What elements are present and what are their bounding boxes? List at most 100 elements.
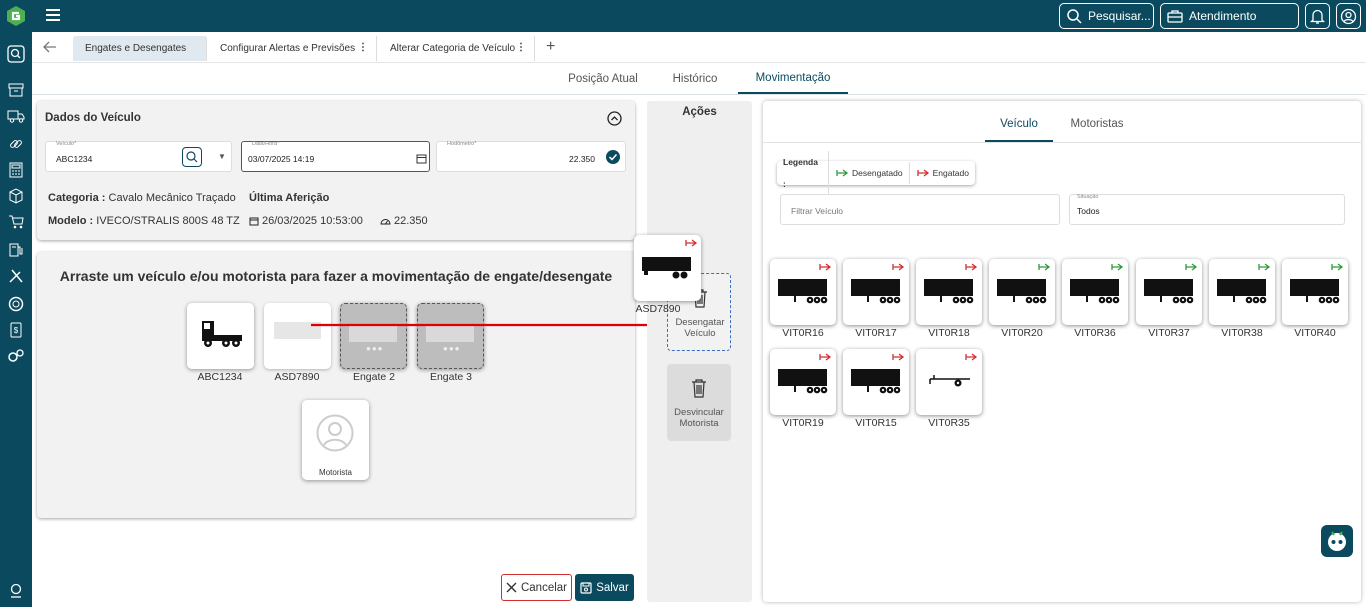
save-label: Salvar — [596, 581, 629, 594]
settings-icon[interactable] — [6, 346, 26, 366]
vehicle-tile[interactable] — [1282, 259, 1348, 325]
right-tab-drivers[interactable]: Motoristas — [1059, 110, 1135, 142]
search-button[interactable]: Pesquisar... — [1059, 3, 1154, 29]
subtab-historico-label: Histórico — [672, 73, 718, 85]
filter-vehicle-input[interactable]: Filtrar Veículo — [780, 194, 1060, 225]
money-icon[interactable]: $ — [6, 320, 26, 340]
confirm-check-icon — [606, 150, 620, 164]
truck-icon[interactable] — [6, 106, 26, 126]
coupled-status-icon — [892, 353, 905, 361]
coupled-status-icon — [965, 263, 978, 271]
vehicle-tile[interactable] — [843, 349, 909, 415]
vehicle-tile[interactable] — [1136, 259, 1202, 325]
legend-coupled: Engatado — [910, 162, 975, 184]
calendar-icon[interactable] — [416, 151, 427, 169]
tire-icon[interactable] — [6, 294, 26, 314]
tools-icon[interactable] — [6, 266, 26, 286]
vehicle-tile[interactable] — [770, 349, 836, 415]
svg-text:$: $ — [14, 326, 19, 335]
service-button[interactable]: Atendimento — [1160, 3, 1299, 29]
coupled-status-icon — [965, 353, 978, 361]
user-button[interactable] — [1336, 3, 1361, 29]
subtab-posicao[interactable]: Posição Atual — [555, 64, 651, 94]
close-icon — [506, 582, 517, 593]
coupled-status-icon — [685, 239, 698, 247]
chatbot-button[interactable] — [1321, 525, 1353, 557]
link-icon[interactable] — [6, 134, 26, 154]
slot-engate-3[interactable]: ●●● — [417, 303, 484, 369]
vehicle-tile[interactable] — [1209, 259, 1275, 325]
vehicle-field[interactable]: Veículo* ABC1234 ▼ — [45, 141, 232, 172]
situation-value: Todos — [1077, 206, 1100, 216]
trailer-icon — [851, 369, 901, 394]
cancel-button[interactable]: Cancelar — [501, 574, 572, 601]
right-tab-vehicle[interactable]: Veículo — [985, 110, 1053, 142]
support-agent-icon[interactable] — [6, 580, 26, 600]
vehicle-tile-label: VIT0R35 — [928, 417, 970, 429]
vehicle-tile[interactable] — [770, 259, 836, 325]
menu-icon[interactable] — [46, 9, 60, 21]
tab-alertas[interactable]: Configurar Alertas e Previsões ⋮ — [208, 36, 377, 61]
tab-engates[interactable]: Engates e Desengates — [73, 36, 207, 61]
datetime-field-label: Data/Hora* — [252, 141, 280, 147]
app-logo-icon[interactable] — [5, 5, 27, 27]
tab-alertas-kebab-icon[interactable]: ⋮ — [358, 42, 368, 53]
vehicle-field-value: ABC1234 — [56, 154, 93, 164]
briefcase-icon — [1167, 10, 1183, 23]
cart-icon[interactable] — [6, 212, 26, 232]
floppy-icon — [580, 581, 592, 594]
fuel-icon[interactable] — [6, 240, 26, 260]
sidebar: $ — [0, 0, 32, 607]
driver-slot[interactable]: Motorista — [302, 400, 369, 480]
right-tabs-divider — [763, 142, 1361, 143]
trailer-icon — [924, 279, 974, 304]
unlink-driver-button[interactable]: Desvincular Motorista — [667, 364, 731, 441]
vehicle-tile-label: VIT0R17 — [855, 327, 897, 339]
datetime-field-value: 03/07/2025 14:19 — [248, 154, 315, 164]
datetime-field[interactable]: Data/Hora* 03/07/2025 14:19 — [241, 141, 430, 172]
tab-categoria-kebab-icon[interactable]: ⋮ — [516, 42, 526, 53]
vehicle-tile-label: VIT0R38 — [1221, 327, 1263, 339]
tab-categoria[interactable]: Alterar Categoria de Veículo ⋮ — [378, 36, 535, 61]
trailer-icon — [642, 257, 691, 279]
situation-select[interactable]: Situação Todos — [1069, 194, 1345, 225]
vehicle-tile-label: VIT0R19 — [782, 417, 824, 429]
box-icon[interactable] — [6, 186, 26, 206]
calculator-icon[interactable] — [6, 160, 26, 180]
slot-trailer-empty[interactable] — [264, 303, 331, 369]
notifications-button[interactable] — [1305, 3, 1330, 29]
odometer-field-label: Hodômetro* — [447, 141, 477, 147]
legend-coupled-label: Engatado — [932, 168, 969, 178]
vehicle-tile[interactable] — [916, 259, 982, 325]
subtab-movimentacao[interactable]: Movimentação — [738, 64, 848, 94]
add-tab-icon[interactable]: + — [546, 38, 555, 56]
slot-tractor-label: ABC1234 — [197, 371, 243, 383]
vehicle-tile[interactable] — [916, 349, 982, 415]
vehicle-tile[interactable] — [1062, 259, 1128, 325]
back-arrow-icon[interactable] — [42, 40, 58, 54]
slot-engate-2[interactable]: ●●● — [340, 303, 407, 369]
trailer-icon — [778, 369, 828, 394]
uncouple-label: Desengatar Veículo — [675, 317, 725, 339]
collapse-icon[interactable] — [607, 111, 622, 131]
actions-title: Ações — [682, 106, 717, 118]
vehicle-lookup-icon[interactable] — [182, 147, 202, 167]
archive-icon[interactable] — [6, 80, 26, 100]
search-icon[interactable] — [6, 44, 26, 64]
subtab-movimentacao-label: Movimentação — [755, 72, 831, 84]
coupled-status-icon — [819, 353, 832, 361]
slot-tractor[interactable] — [187, 303, 254, 369]
vehicle-dropdown-icon[interactable]: ▼ — [218, 152, 226, 161]
legend-uncoupled: Desengatado — [829, 162, 910, 184]
measure-value-row: 22.350 — [380, 215, 428, 227]
odometer-field[interactable]: Hodômetro* 22.350 — [436, 141, 626, 172]
vehicle-tile[interactable] — [843, 259, 909, 325]
measure-value: 22.350 — [394, 215, 428, 227]
coupled-status-icon — [916, 169, 929, 177]
save-button[interactable]: Salvar — [575, 574, 634, 601]
subtab-historico[interactable]: Histórico — [660, 64, 730, 94]
vehicle-tile[interactable] — [989, 259, 1055, 325]
dragged-vehicle-tile[interactable] — [634, 235, 701, 301]
trailer-icon — [1217, 279, 1267, 304]
right-tab-drivers-label: Motoristas — [1070, 118, 1124, 130]
